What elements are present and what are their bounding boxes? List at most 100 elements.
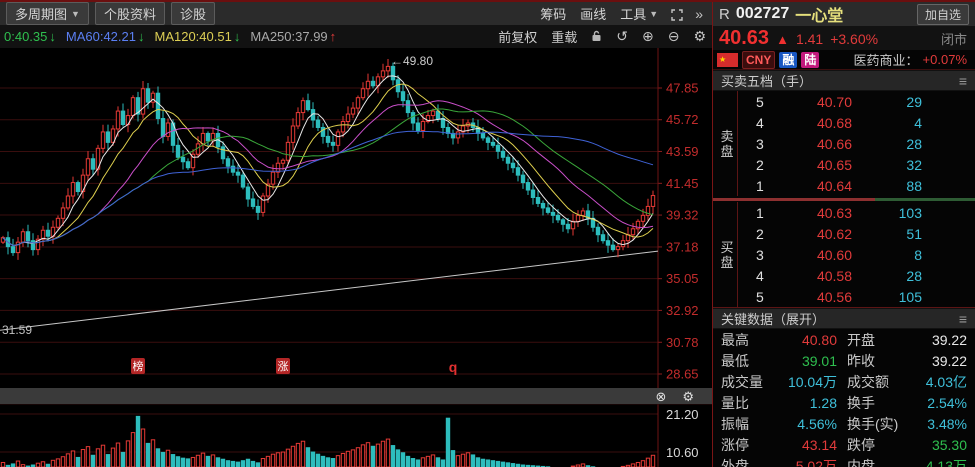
kd-label: 外盘 — [721, 456, 779, 467]
sell-row[interactable]: 240.6532 — [738, 154, 975, 175]
chips-label: 筹码 — [540, 4, 566, 23]
kd-value: 4.03亿 — [909, 372, 967, 392]
ma-legend-bar: 0:40.35 ↓ MA60:42.21 ↓ MA120:40.51 ↓ MA2… — [0, 25, 712, 48]
menu-icon[interactable]: ≡ — [959, 311, 967, 327]
kd-label: 跌停 — [847, 435, 909, 455]
order-book-header[interactable]: 买卖五档（手） ≡ — [713, 70, 975, 91]
price: 40.63 — [776, 205, 852, 221]
forward-adjust-button[interactable]: 前复权 — [496, 27, 539, 46]
level: 1 — [756, 178, 776, 194]
level: 5 — [756, 289, 776, 305]
volume: 105 — [852, 289, 922, 305]
kd-value: 39.22 — [909, 353, 967, 369]
buy-row[interactable]: 240.6251 — [738, 223, 975, 244]
chips-button[interactable]: 筹码 — [536, 4, 570, 23]
sell-ratio-segment — [713, 198, 875, 201]
kd-label: 最低 — [721, 351, 779, 371]
volume: 29 — [852, 94, 922, 110]
svg-text:←49.80: ←49.80 — [391, 54, 433, 68]
volume: 51 — [852, 226, 922, 242]
volume: 8 — [852, 247, 922, 263]
kd-label: 涨停 — [721, 435, 779, 455]
fullscreen-icon[interactable] — [668, 6, 686, 22]
volume: 32 — [852, 157, 922, 173]
price: 40.60 — [776, 247, 852, 263]
price: 40.70 — [776, 94, 852, 110]
period-dropdown-label: 多周期图 — [15, 4, 67, 23]
sell-row[interactable]: 540.7029 — [738, 91, 975, 112]
draw-line-label: 画线 — [580, 4, 606, 23]
peak-annotation: ←49.80 — [391, 54, 433, 68]
draw-line-button[interactable]: 画线 — [576, 4, 610, 23]
menu-icon[interactable]: ≡ — [959, 73, 967, 89]
level: 4 — [756, 115, 776, 131]
buy-row[interactable]: 540.56105 — [738, 286, 975, 307]
kd-value: 3.48% — [909, 416, 967, 432]
pane-gear-icon[interactable]: ⚙ — [682, 390, 694, 403]
svg-text:47.85: 47.85 — [666, 81, 699, 96]
candles[interactable] — [1, 59, 654, 260]
buy-side-label: 买盘 — [718, 202, 736, 307]
china-flag-icon: ★ — [717, 53, 738, 67]
reload-button[interactable]: 重载 — [549, 27, 579, 46]
svg-text:39.32: 39.32 — [666, 208, 699, 223]
buy-ratio-segment — [875, 198, 975, 201]
kd-value: 39.01 — [779, 353, 847, 369]
stock-badges-row: ★ CNY 融 陆 医药商业： +0.07% — [713, 50, 975, 70]
ma-lines — [3, 76, 653, 246]
lock-icon[interactable] — [589, 29, 604, 45]
undo-icon[interactable]: ↺ — [614, 28, 630, 45]
collapse-panel-icon[interactable]: » — [692, 6, 706, 22]
kd-value: 4.13万 — [909, 456, 967, 467]
ma-line-MA60 — [3, 131, 653, 245]
quote-panel: R 002727 一心堂 加自选 40.63 ▲ 1.41 +3.60% 闭市 … — [712, 2, 975, 467]
ma-line-MA10 — [3, 84, 653, 246]
sell-row[interactable]: 340.6628 — [738, 133, 975, 154]
price: 40.58 — [776, 268, 852, 284]
stock-info-button[interactable]: 个股资料 — [95, 2, 165, 25]
sell-row[interactable]: 440.684 — [738, 112, 975, 133]
gear-icon[interactable]: ⚙ — [691, 28, 708, 45]
key-data-row: 最低39.01 昨收39.22 — [721, 350, 967, 371]
stock-info-label: 个股资料 — [104, 4, 156, 23]
level: 3 — [756, 247, 776, 263]
volume-bars[interactable] — [1, 416, 654, 467]
kd-value: 2.54% — [909, 395, 967, 411]
trend-line[interactable]: 31.59 — [0, 251, 658, 337]
buy-row[interactable]: 340.608 — [738, 244, 975, 265]
pane-divider-bar[interactable]: ⊗ ⚙ — [0, 388, 712, 404]
chart-canvas[interactable]: 47.8545.7243.5941.4539.3237.1835.0532.92… — [0, 48, 712, 467]
sector-change: +0.07% — [923, 52, 967, 67]
level: 3 — [756, 136, 776, 152]
kd-value: 5.02万 — [779, 456, 847, 467]
price: 40.56 — [776, 289, 852, 305]
close-pane-icon[interactable]: ⊗ — [655, 390, 666, 403]
kd-value: 1.28 — [779, 395, 847, 411]
chevron-down-icon: ▼ — [71, 9, 80, 19]
key-data-row: 涨停43.14 跌停35.30 — [721, 434, 967, 455]
zoom-in-icon[interactable]: ⊕ — [640, 28, 656, 45]
event-markers[interactable]: 榜涨q — [131, 358, 457, 375]
svg-text:32.92: 32.92 — [666, 303, 699, 318]
volume: 103 — [852, 205, 922, 221]
market-status: 闭市 — [941, 29, 967, 48]
tools-dropdown[interactable]: 工具 ▼ — [616, 4, 662, 23]
ma-legend-item: MA250:37.99 ↑ — [250, 29, 336, 44]
margin-badge: 融 — [779, 52, 797, 68]
buy-row[interactable]: 140.63103 — [738, 202, 975, 223]
diagnose-button[interactable]: 诊股 — [171, 2, 215, 25]
svg-text:43.59: 43.59 — [666, 144, 699, 159]
price-change: 1.41 — [796, 31, 823, 47]
key-data-header[interactable]: 关键数据（展开） ≡ — [713, 308, 975, 329]
key-data-grid: 最高40.80 开盘39.22 最低39.01 昨收39.22 成交量10.04… — [713, 329, 975, 467]
sell-row[interactable]: 140.6488 — [738, 175, 975, 196]
period-dropdown[interactable]: 多周期图 ▼ — [6, 2, 89, 25]
candlestick-chart[interactable]: 47.8545.7243.5941.4539.3237.1835.0532.92… — [0, 48, 712, 467]
buy-row[interactable]: 440.5828 — [738, 265, 975, 286]
zoom-out-icon[interactable]: ⊖ — [666, 28, 682, 45]
sector-link[interactable]: 医药商业： — [854, 50, 919, 69]
kd-label: 最高 — [721, 330, 779, 350]
add-watchlist-button[interactable]: 加自选 — [917, 4, 969, 25]
stock-header: R 002727 一心堂 加自选 — [713, 2, 975, 26]
order-book-title: 买卖五档（手） — [721, 71, 812, 90]
